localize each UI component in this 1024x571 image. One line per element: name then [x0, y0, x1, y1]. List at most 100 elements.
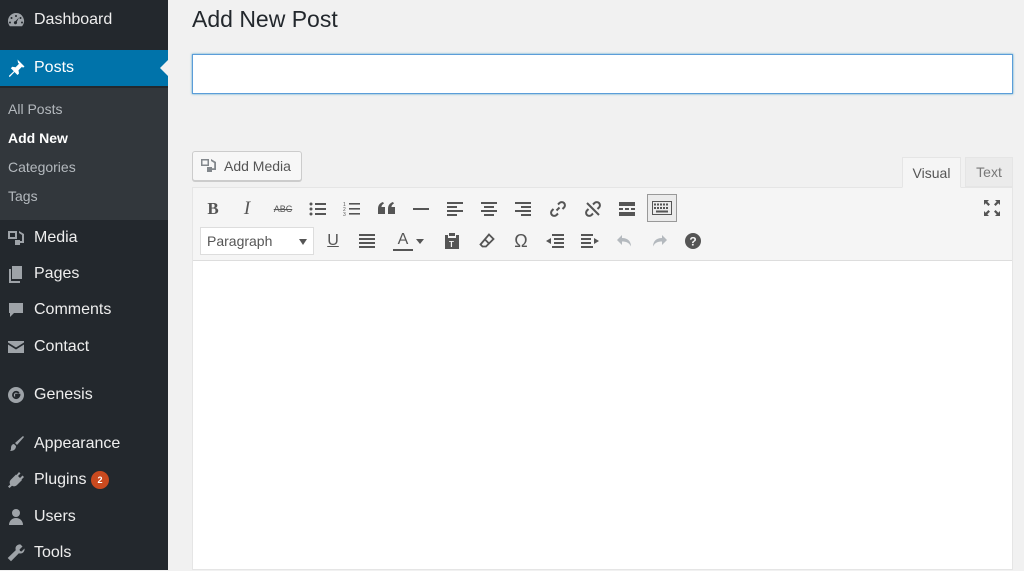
paragraph-format-select[interactable]: Paragraph [200, 227, 314, 255]
sidebar-item-label: Users [34, 508, 76, 525]
bulleted-list-icon [309, 202, 326, 216]
undo-icon [617, 235, 631, 247]
post-content-editor: B I ABC 123 Paragraph U A T Ω ? [192, 187, 1013, 570]
tab-text[interactable]: Text [965, 157, 1013, 187]
text-color-button[interactable]: A [386, 227, 430, 255]
bold-button[interactable]: B [199, 195, 227, 223]
horizontal-line-icon [413, 208, 429, 210]
justify-button[interactable] [353, 227, 381, 255]
sidebar-item-label: Pages [34, 265, 80, 282]
outdent-icon [546, 234, 564, 248]
underline-button[interactable]: U [319, 227, 347, 255]
media-icon [200, 158, 218, 174]
eraser-icon [479, 233, 495, 248]
media-icon [6, 228, 26, 248]
align-right-icon [515, 202, 531, 216]
sidebar-item-comments[interactable]: Comments [0, 292, 168, 328]
submenu-item-all-posts[interactable]: All Posts [8, 97, 62, 121]
redo-button[interactable] [645, 227, 673, 255]
admin-sidebar: Dashboard Posts All Posts Add New Catego… [0, 0, 168, 570]
align-right-button[interactable] [509, 195, 537, 223]
sidebar-item-label: Appearance [34, 435, 121, 452]
sidebar-item-posts[interactable]: Posts [0, 50, 168, 86]
envelope-icon [6, 337, 26, 357]
sidebar-item-label: Posts [34, 59, 75, 76]
justify-icon [359, 234, 375, 248]
tab-visual[interactable]: Visual [902, 157, 961, 188]
sidebar-item-users[interactable]: Users [0, 499, 168, 535]
insert-link-button[interactable] [544, 195, 572, 223]
strikethrough-button[interactable]: ABC [269, 195, 297, 223]
read-more-button[interactable] [613, 195, 641, 223]
remove-link-button[interactable] [579, 195, 607, 223]
numbered-list-button[interactable]: 123 [338, 195, 366, 223]
numbered-list-icon: 123 [343, 202, 360, 217]
svg-text:?: ? [689, 235, 696, 249]
link-icon [550, 201, 566, 217]
keyboard-shortcuts-button[interactable]: ? [679, 227, 707, 255]
bulleted-list-button[interactable] [304, 195, 332, 223]
unlink-icon [585, 201, 601, 217]
add-media-label: Add Media [224, 158, 291, 174]
sidebar-item-label: Plugins [34, 471, 87, 488]
pushpin-icon [6, 58, 26, 78]
user-icon [6, 507, 26, 527]
horizontal-line-button[interactable] [407, 195, 435, 223]
sidebar-item-plugins[interactable]: Plugins 2 [0, 462, 168, 498]
format-select-value: Paragraph [207, 233, 273, 249]
align-center-icon [481, 202, 497, 216]
sidebar-item-contact[interactable]: Contact [0, 329, 168, 365]
wrench-icon [6, 543, 26, 563]
genesis-icon [6, 385, 26, 405]
indent-icon [581, 234, 599, 248]
sidebar-item-pages[interactable]: Pages [0, 256, 168, 292]
update-count-badge: 2 [91, 471, 109, 489]
keyboard-icon [652, 201, 672, 215]
undo-button[interactable] [611, 227, 639, 255]
clear-formatting-button[interactable] [473, 227, 501, 255]
clipboard-icon: T [445, 233, 459, 249]
read-more-icon [619, 202, 635, 216]
fullscreen-button[interactable] [978, 194, 1006, 222]
editor-content-area[interactable] [193, 261, 1012, 569]
sidebar-item-label: Contact [34, 338, 90, 355]
pages-icon [6, 264, 26, 284]
page-title: Add New Post [192, 6, 338, 32]
redo-icon [653, 235, 667, 247]
quote-icon [378, 202, 395, 214]
svg-text:3: 3 [343, 212, 346, 217]
fullscreen-icon [984, 200, 1000, 216]
help-icon: ? [685, 233, 701, 249]
svg-text:T: T [449, 240, 454, 249]
dashboard-icon [6, 10, 26, 30]
sidebar-item-label: Comments [34, 301, 112, 318]
submenu-item-categories[interactable]: Categories [8, 155, 76, 179]
editor-toolbar: B I ABC 123 Paragraph U A T Ω ? [193, 188, 1012, 261]
chevron-down-icon [416, 239, 424, 244]
sidebar-item-dashboard[interactable]: Dashboard [0, 2, 168, 38]
comments-icon [6, 300, 26, 320]
submenu-item-tags[interactable]: Tags [8, 184, 38, 208]
italic-button[interactable]: I [233, 195, 261, 223]
sidebar-item-genesis[interactable]: Genesis [0, 377, 168, 413]
increase-indent-button[interactable] [576, 227, 604, 255]
add-media-button[interactable]: Add Media [192, 151, 302, 181]
submenu-item-add-new[interactable]: Add New [8, 126, 68, 150]
sidebar-item-label: Media [34, 229, 78, 246]
align-center-button[interactable] [475, 195, 503, 223]
posts-submenu: All Posts Add New Categories Tags [0, 88, 168, 220]
toolbar-toggle-button[interactable] [647, 194, 677, 222]
sidebar-item-media[interactable]: Media [0, 220, 168, 256]
sidebar-item-label: Genesis [34, 386, 93, 403]
sidebar-item-appearance[interactable]: Appearance [0, 426, 168, 462]
chevron-down-icon [299, 239, 307, 245]
brush-icon [6, 434, 26, 454]
sidebar-item-tools[interactable]: Tools [0, 535, 168, 571]
special-character-button[interactable]: Ω [507, 227, 535, 255]
plug-icon [6, 470, 26, 490]
paste-as-text-button[interactable]: T [438, 227, 466, 255]
align-left-button[interactable] [441, 195, 469, 223]
decrease-indent-button[interactable] [541, 227, 569, 255]
post-title-input[interactable] [192, 54, 1013, 94]
blockquote-button[interactable] [373, 195, 401, 223]
